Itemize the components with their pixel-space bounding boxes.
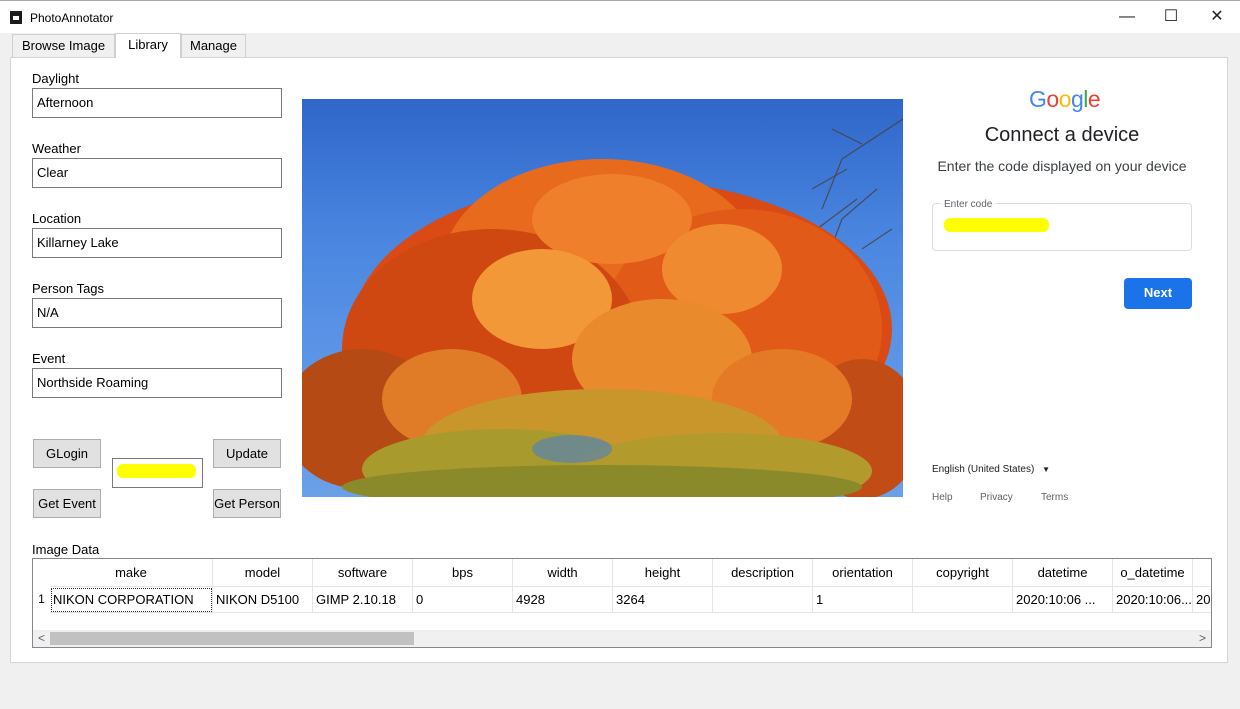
update-button[interactable]: Update: [213, 439, 281, 468]
table-cell[interactable]: 3264: [613, 587, 713, 613]
window-title: PhotoAnnotator: [30, 11, 114, 25]
table-cell[interactable]: 2020:10:06 ...: [1013, 587, 1113, 613]
scroll-right-arrow-icon[interactable]: >: [1194, 630, 1211, 647]
table-cell[interactable]: NIKON CORPORATION: [50, 587, 213, 613]
get-person-button[interactable]: Get Person: [213, 489, 281, 518]
scroll-left-arrow-icon[interactable]: <: [33, 630, 50, 647]
column-header[interactable]: datetime: [1013, 559, 1113, 587]
table-cell[interactable]: [713, 587, 813, 613]
google-logo-letter: e: [1087, 86, 1101, 112]
image-data-label: Image Data: [32, 542, 100, 557]
event-field[interactable]: Northside Roaming: [32, 368, 282, 398]
image-data-grid[interactable]: make model software bps width height descripti…: [32, 558, 1212, 648]
glogin-button[interactable]: GLogin: [33, 439, 101, 468]
language-label: English (United States): [932, 464, 1035, 475]
location-field[interactable]: Killarney Lake: [32, 228, 282, 258]
table-cell[interactable]: [913, 587, 1013, 613]
connect-subtitle: Enter the code displayed on your device: [937, 158, 1187, 174]
title-bar: PhotoAnnotator — ☐ ✕: [0, 0, 1240, 33]
column-header[interactable]: height: [613, 559, 713, 587]
person-tags-label: Person Tags: [32, 281, 105, 296]
table-cell[interactable]: GIMP 2.10.18: [313, 587, 413, 613]
help-link[interactable]: Help: [932, 492, 953, 503]
column-header[interactable]: bps: [413, 559, 513, 587]
google-logo-letter: g: [1070, 86, 1084, 112]
daylight-label: Daylight: [32, 71, 79, 86]
column-header[interactable]: software: [313, 559, 413, 587]
column-header[interactable]: width: [513, 559, 613, 587]
terms-link[interactable]: Terms: [1041, 492, 1068, 503]
column-header[interactable]: model: [213, 559, 313, 587]
close-button[interactable]: ✕: [1194, 1, 1240, 34]
table-cell[interactable]: 1: [813, 587, 913, 613]
google-logo-letter: G: [1029, 86, 1047, 112]
connect-title: Connect a device: [984, 124, 1140, 146]
weather-label: Weather: [32, 141, 81, 156]
scrollbar-thumb[interactable]: [50, 632, 414, 645]
minimize-button[interactable]: —: [1104, 1, 1150, 34]
tab-library[interactable]: Library: [115, 33, 181, 58]
person-tags-field[interactable]: N/A: [32, 298, 282, 328]
get-event-button[interactable]: Get Event: [33, 489, 101, 518]
column-header[interactable]: orientation: [813, 559, 913, 587]
tab-browse-image[interactable]: Browse Image: [12, 34, 115, 57]
event-label: Event: [32, 351, 66, 366]
column-header[interactable]: o_datetime: [1113, 559, 1193, 587]
table-cell[interactable]: NIKON D5100: [213, 587, 313, 613]
language-selector[interactable]: English (United States) ▼: [932, 464, 1050, 475]
weather-field[interactable]: Clear: [32, 158, 282, 188]
maximize-button[interactable]: ☐: [1148, 1, 1194, 34]
table-cell[interactable]: 20: [1193, 587, 1211, 613]
next-button[interactable]: Next: [1124, 278, 1192, 309]
table-cell[interactable]: 2020:10:06...: [1113, 587, 1193, 613]
autumn-tree-image: [302, 118, 903, 497]
google-logo-letter: o: [1046, 86, 1059, 112]
google-logo-letter: o: [1058, 86, 1072, 112]
row-number: 1: [38, 592, 45, 606]
redaction-highlight: [117, 464, 196, 478]
table-cell[interactable]: 4928: [513, 587, 613, 613]
enter-code-input[interactable]: [932, 203, 1192, 251]
code-display-field[interactable]: [112, 458, 203, 488]
code-redaction-highlight: [944, 218, 1049, 232]
column-header[interactable]: description: [713, 559, 813, 587]
tab-manage[interactable]: Manage: [181, 34, 246, 57]
enter-code-label: Enter code: [941, 199, 996, 210]
horizontal-scrollbar[interactable]: < >: [33, 630, 1211, 647]
column-header[interactable]: make: [50, 559, 213, 587]
photo-preview: [302, 99, 903, 497]
location-label: Location: [32, 211, 82, 226]
dropdown-arrow-icon: ▼: [1042, 465, 1050, 474]
table-cell[interactable]: 0: [413, 587, 513, 613]
google-logo: Google: [1029, 86, 1101, 113]
app-icon: [10, 11, 22, 24]
column-header[interactable]: copyright: [913, 559, 1013, 587]
privacy-link[interactable]: Privacy: [980, 492, 1013, 503]
column-header[interactable]: [1193, 559, 1211, 587]
daylight-field[interactable]: Afternoon: [32, 88, 282, 118]
